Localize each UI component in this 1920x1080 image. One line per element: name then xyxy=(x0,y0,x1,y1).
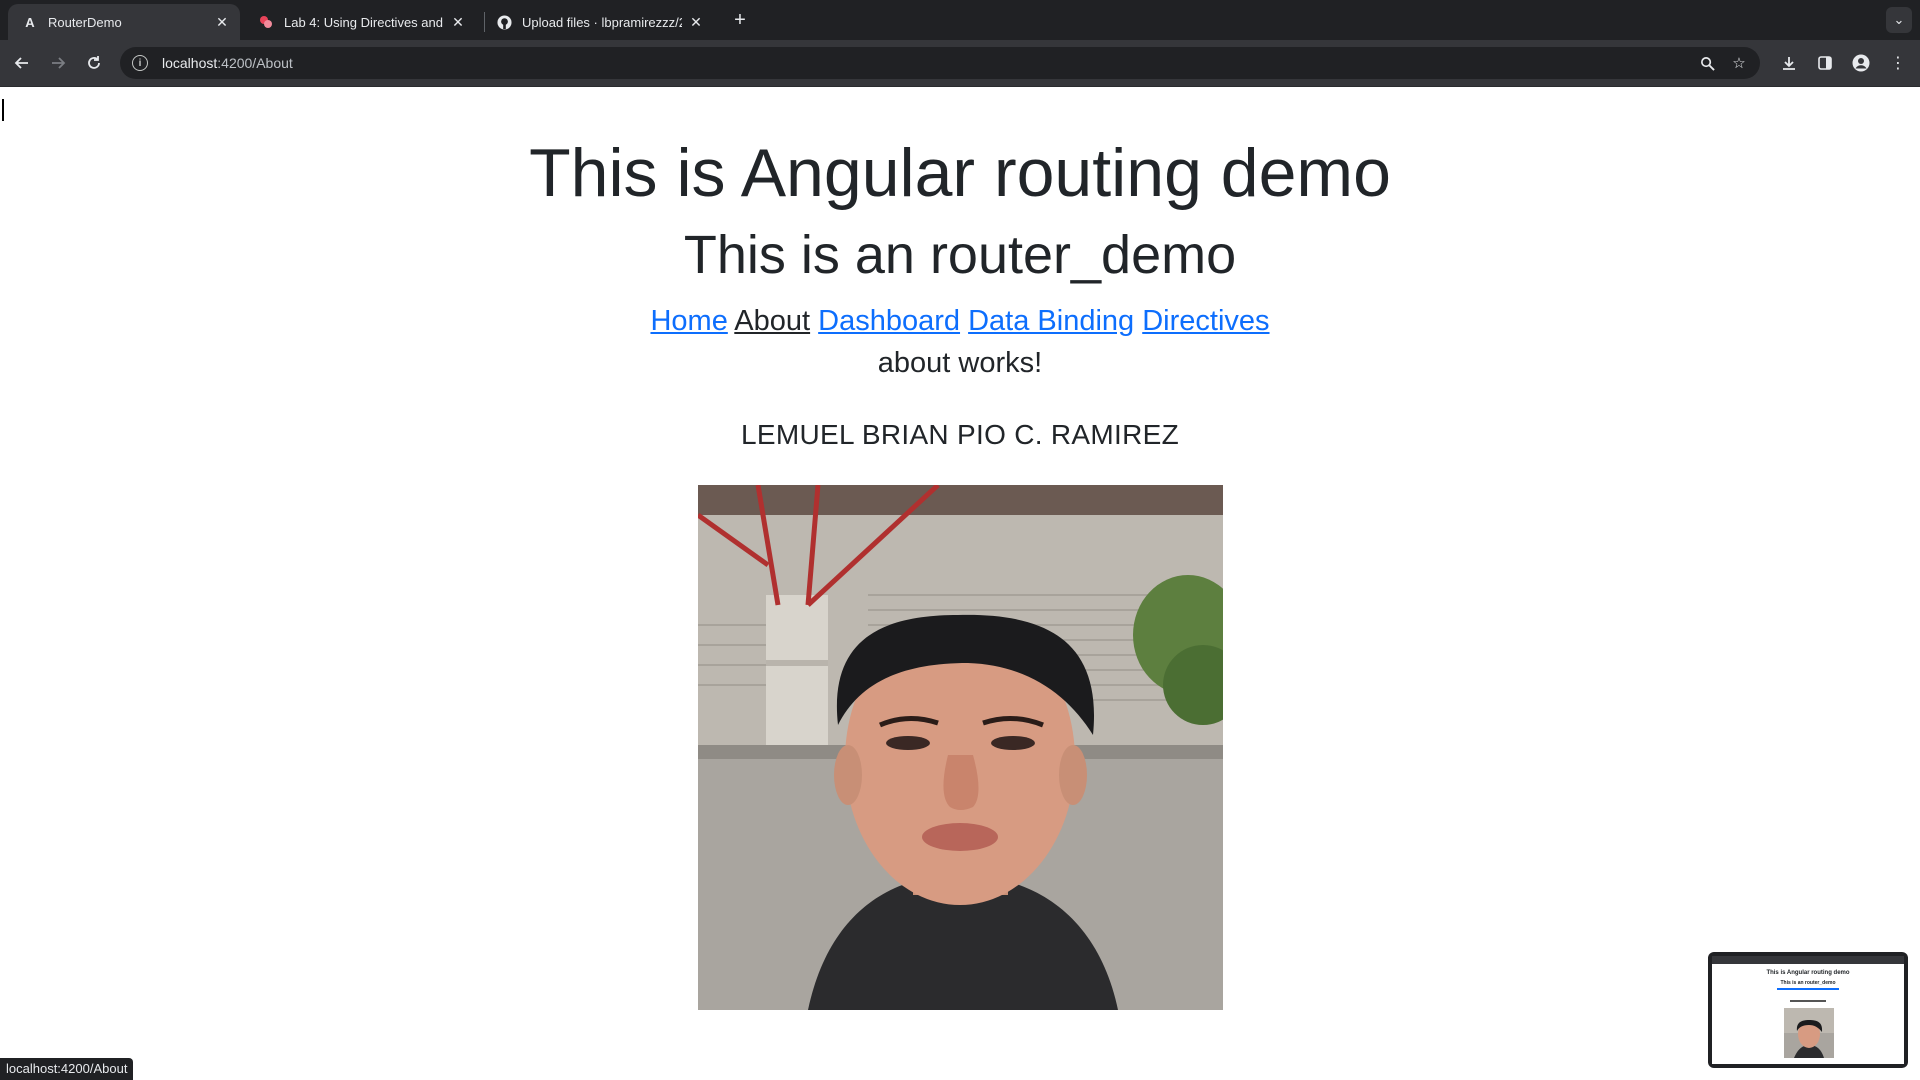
thumbnail-toolbar xyxy=(1712,956,1904,964)
nav-link-data-binding[interactable]: Data Binding xyxy=(968,305,1134,337)
nav-link-home[interactable]: Home xyxy=(650,305,727,337)
person-name: LEMUEL BRIAN PIO C. RAMIREZ xyxy=(740,419,1180,450)
tab-routerdemo[interactable]: A RouterDemo ✕ xyxy=(8,4,240,40)
angular-icon: A xyxy=(25,14,35,30)
close-icon[interactable]: ✕ xyxy=(214,14,230,30)
tab-search-button[interactable]: ⌄ xyxy=(1886,7,1912,33)
thumbnail-photo xyxy=(1784,1008,1834,1058)
thumbnail-page: This is Angular routing demo This is an … xyxy=(1712,956,1904,1064)
reload-button[interactable] xyxy=(80,49,108,77)
tab-upload-files[interactable]: Upload files · lbpramirezzz/2 ✕ xyxy=(482,4,714,40)
nav-link-directives[interactable]: Directives xyxy=(1142,305,1269,337)
thumbnail-title: This is Angular routing demo xyxy=(1766,970,1850,976)
back-button[interactable] xyxy=(8,49,36,77)
page-viewport: This is Angular routing demo This is an … xyxy=(0,87,1920,1080)
page-subtitle: This is an router_demo xyxy=(683,225,1237,285)
browser-toolbar: i localhost:4200/About ☆ ⋮ xyxy=(0,40,1920,87)
text-cursor xyxy=(2,99,4,121)
zoom-icon[interactable] xyxy=(1698,54,1716,72)
tab-preview-thumbnail[interactable]: This is Angular routing demo This is an … xyxy=(1708,952,1908,1068)
github-icon xyxy=(496,14,512,30)
reload-icon xyxy=(88,56,100,69)
bookmark-star-icon[interactable]: ☆ xyxy=(1730,54,1748,72)
profile-icon[interactable] xyxy=(1849,51,1873,75)
thumbnail-subtitle: This is an router_demo xyxy=(1780,980,1836,986)
new-tab-button[interactable]: + xyxy=(728,8,752,32)
tab-title: RouterDemo xyxy=(48,14,122,30)
thumbnail-name xyxy=(1790,1000,1826,1002)
profile-photo xyxy=(698,485,1223,1010)
forward-button[interactable] xyxy=(44,49,72,77)
status-bar-url: localhost:4200/About xyxy=(0,1058,134,1080)
arrow-left-icon xyxy=(14,57,28,69)
address-bar[interactable]: i localhost:4200/About ☆ xyxy=(120,47,1760,79)
url-text[interactable]: localhost:4200/About xyxy=(162,55,293,71)
nav-link-about[interactable]: About xyxy=(734,305,810,337)
page-title: This is Angular routing demo xyxy=(529,135,1391,211)
router-nav: Home About Dashboard Data Binding Direct… xyxy=(0,304,1920,339)
side-panel-icon[interactable] xyxy=(1813,51,1837,75)
download-icon[interactable] xyxy=(1777,51,1801,75)
tab-title: Upload files · lbpramirezzz/2 xyxy=(522,14,682,30)
kebab-menu-icon[interactable]: ⋮ xyxy=(1886,51,1910,75)
site-info-icon[interactable]: i xyxy=(132,55,148,71)
thumbnail-nav-links xyxy=(1777,988,1839,990)
arrow-right-icon xyxy=(52,57,66,69)
tab-lab4[interactable]: Lab 4: Using Directives and R ✕ xyxy=(244,4,476,40)
tab-strip: A RouterDemo ✕ Lab 4: Using Directives a… xyxy=(0,0,1920,40)
close-icon[interactable]: ✕ xyxy=(450,14,466,30)
app-icon xyxy=(258,14,274,30)
close-icon[interactable]: ✕ xyxy=(688,14,704,30)
about-text: about works! xyxy=(877,347,1043,379)
nav-link-dashboard[interactable]: Dashboard xyxy=(818,305,960,337)
tab-title: Lab 4: Using Directives and R xyxy=(284,14,444,30)
